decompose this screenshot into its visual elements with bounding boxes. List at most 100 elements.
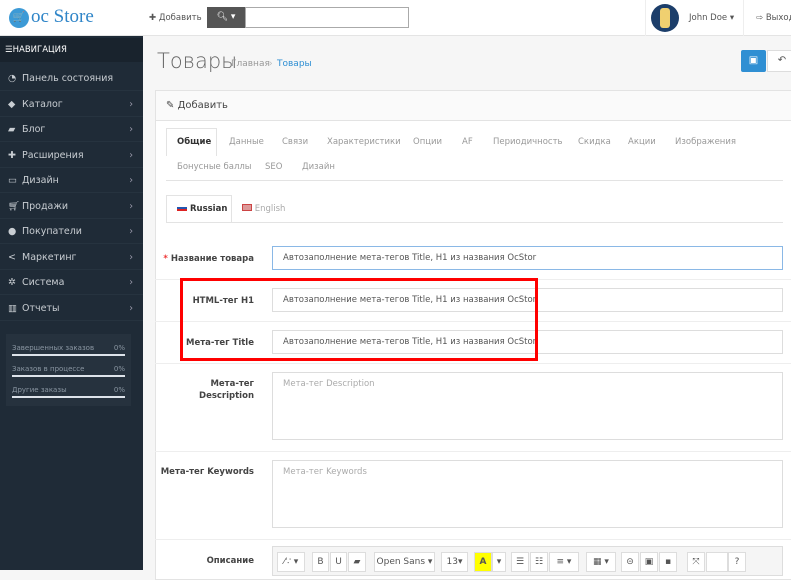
search-filter-button[interactable]: 🔍︎ ▾ <box>207 7 245 28</box>
book-icon: ▰ <box>8 124 16 135</box>
cart-logo-icon[interactable]: 🛒 <box>9 8 29 28</box>
video-icon[interactable]: ▪ <box>659 552 677 572</box>
logout-button[interactable]: ⇨ Выход <box>756 13 791 23</box>
stat-label: Заказов в процессе <box>12 365 85 373</box>
tab-9[interactable]: Изображения <box>675 137 736 147</box>
monitor-icon: ▭ <box>8 175 17 186</box>
sidebar-item-0[interactable]: ◔ Панель состояния <box>0 66 143 91</box>
color-dropdown-icon[interactable]: ▾ <box>492 552 506 572</box>
align-icon[interactable]: ≡ ▾ <box>549 552 579 572</box>
nav-title-label: НАВИГАЦИЯ <box>12 45 67 55</box>
divider <box>155 451 791 452</box>
sidebar-item-7[interactable]: < Маркетинг › <box>0 245 143 270</box>
sidebar-item-label: Отчеты <box>22 302 60 314</box>
bold-icon[interactable]: B <box>312 552 329 572</box>
back-button[interactable]: ↶ <box>767 50 791 72</box>
meta-description-label-1: Мета-тег <box>210 379 254 389</box>
meta-keywords-textarea[interactable]: Мета-тег Keywords <box>272 460 783 528</box>
lang-ru: Russian <box>189 204 228 214</box>
stat-progress-bar <box>12 396 125 398</box>
search-input[interactable] <box>245 7 409 28</box>
save-button[interactable]: ▣ <box>741 50 766 72</box>
user-menu[interactable]: John Doe ▾ <box>689 13 734 23</box>
image-icon[interactable]: ▣ <box>640 552 658 572</box>
meta-description-textarea[interactable]: Мета-тег Description <box>272 372 783 440</box>
eraser-icon[interactable]: ▰ <box>348 552 366 572</box>
sidebar-item-2[interactable]: ▰ Блог › <box>0 117 143 142</box>
unordered-list-icon[interactable]: ☰ <box>511 552 529 572</box>
font-name: Open Sans <box>376 557 426 567</box>
menu-icon: ☰ <box>5 45 13 55</box>
product-name-label: * Название товара <box>163 254 254 264</box>
logout-label: Выход <box>765 13 791 23</box>
tab-11[interactable]: SEO <box>265 162 282 172</box>
page-title: Товары <box>157 49 238 73</box>
tab-7[interactable]: Скидка <box>578 137 611 147</box>
size-select[interactable]: 13▾ <box>441 552 468 572</box>
chevron-right-icon: › <box>129 98 133 110</box>
sidebar-item-8[interactable]: ✲ Система › <box>0 270 143 295</box>
sidebar-item-label: Маркетинг <box>22 251 77 263</box>
tab-12[interactable]: Дизайн <box>302 162 335 172</box>
sidebar-item-6[interactable]: ● Покупатели › <box>0 219 143 244</box>
sidebar-item-4[interactable]: ▭ Дизайн › <box>0 168 143 193</box>
lang-en: English <box>254 204 286 214</box>
add-label: Добавить <box>158 13 202 23</box>
breadcrumb-current[interactable]: Товары <box>277 59 312 69</box>
breadcrumb-home[interactable]: Главная <box>231 59 270 69</box>
help-icon[interactable]: ? <box>728 552 746 572</box>
tag-icon: ◆ <box>8 98 16 110</box>
sidebar-item-1[interactable]: ◆ Каталог › <box>0 92 143 117</box>
product-name-input[interactable]: Автозаполнение мета-тегов Title, H1 из н… <box>272 246 783 270</box>
user-icon: ● <box>8 226 17 237</box>
stat-progress-bar <box>12 375 125 377</box>
order-stats: Завершенных заказов 0% Заказов в процессе 0… <box>6 334 131 406</box>
magic-wand-icon[interactable]: ⁄∵ ▾ <box>277 552 305 572</box>
divider <box>166 180 783 181</box>
language-tab-english[interactable]: English <box>242 204 285 214</box>
tab-0[interactable]: Общие <box>177 137 211 147</box>
breadcrumb-separator: › <box>269 59 273 69</box>
nav-title[interactable]: ☰НАВИГАЦИЯ <box>0 38 143 62</box>
tab-5[interactable]: AF <box>462 137 473 147</box>
logo[interactable]: oc Store <box>31 6 94 28</box>
flag-ru-icon <box>177 205 187 211</box>
stat-progress-bar <box>12 354 125 356</box>
code-icon[interactable] <box>706 552 728 572</box>
add-button[interactable]: ✚ Добавить <box>149 13 202 23</box>
sidebar-item-9[interactable]: ▥ Отчеты › <box>0 296 143 321</box>
fullscreen-icon[interactable]: ⤧ <box>687 552 705 572</box>
sidebar-item-3[interactable]: ✚ Расширения › <box>0 143 143 168</box>
avatar[interactable] <box>651 4 679 32</box>
text-color-icon[interactable]: A <box>474 552 492 572</box>
tab-3[interactable]: Характеристики <box>327 137 401 147</box>
plus-icon: ✚ <box>149 13 157 23</box>
ordered-list-icon[interactable]: ☷ <box>530 552 548 572</box>
tab-4[interactable]: Опции <box>413 137 442 147</box>
tab-6[interactable]: Периодичность <box>493 137 563 147</box>
font-size: 13 <box>446 557 458 567</box>
chevron-right-icon: › <box>129 302 133 314</box>
flag-gb-icon <box>242 204 252 211</box>
bar-chart-icon: ▥ <box>8 302 17 314</box>
divider <box>155 363 791 364</box>
sidebar-item-label: Система <box>22 277 65 288</box>
user-name: John Doe <box>689 13 728 23</box>
panel-heading: ✎ Добавить <box>155 90 791 121</box>
divider <box>743 0 744 36</box>
stat-value: 0% <box>113 365 125 373</box>
table-icon[interactable]: ▦ ▾ <box>586 552 616 572</box>
underline-icon[interactable]: U <box>330 552 347 572</box>
sidebar-item-label: Продажи <box>22 200 69 212</box>
sidebar-item-5[interactable]: 🛒︎ Продажи › <box>0 194 143 219</box>
stat-row: Заказов в процессе 0% <box>12 361 125 382</box>
tab-1[interactable]: Данные <box>229 137 264 147</box>
puzzle-icon: ✚ <box>8 149 16 161</box>
tab-2[interactable]: Связи <box>282 137 308 147</box>
font-select[interactable]: Open Sans ▾ <box>374 552 435 572</box>
description-label: Описание <box>206 556 254 566</box>
russian-label: Russian <box>177 204 227 214</box>
tab-10[interactable]: Бонусные баллы <box>177 162 252 172</box>
tab-8[interactable]: Акции <box>628 137 656 147</box>
link-icon[interactable]: ⊝ <box>621 552 639 572</box>
